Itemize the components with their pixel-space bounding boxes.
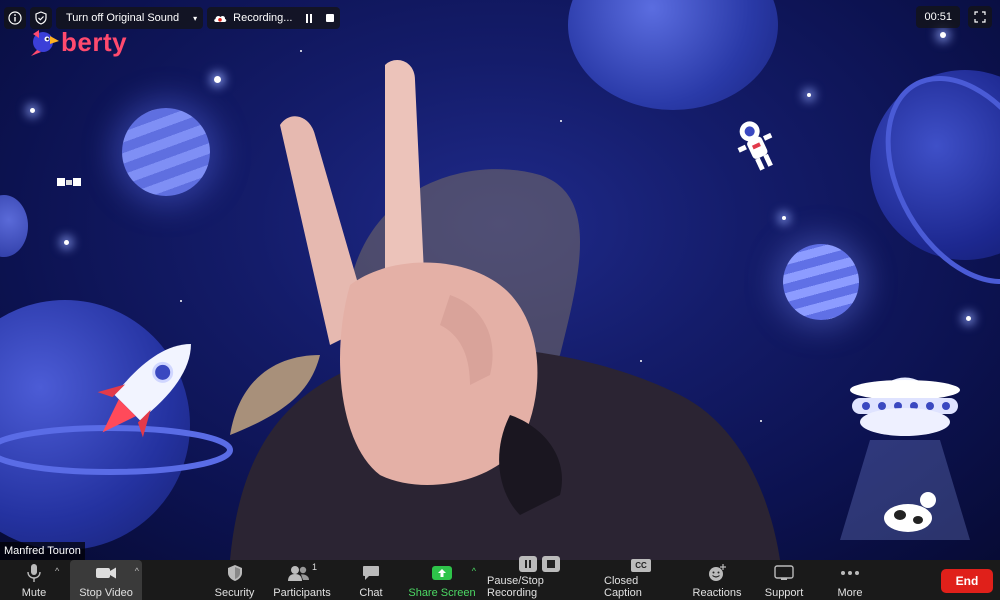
cc-badge: CC [631,559,651,572]
pause-stop-icons [519,556,560,572]
video-options-caret[interactable]: ^ [135,566,139,576]
participants-icon: 1 [287,562,317,584]
share-options-caret[interactable]: ^ [472,566,476,576]
closed-caption-button[interactable]: CC Closed Caption [604,559,678,600]
share-screen-button[interactable]: Share Screen ^ [408,560,476,600]
chevron-down-icon[interactable]: ▾ [193,14,197,23]
planet-left-striped [122,108,210,196]
pause-stop-recording-label: Pause/Stop Recording [487,575,544,599]
logo-text: berty [61,27,128,57]
support-screen-icon [774,562,794,584]
cloud-recording-icon [214,15,227,22]
participants-count: 1 [311,562,317,572]
berty-logo: berty [25,27,127,58]
ufo-illustration [840,377,970,540]
participants-button[interactable]: 1 Participants [272,560,332,600]
pause-stop-recording-button[interactable]: Pause/Stop Recording [487,556,592,600]
share-screen-icon [432,562,452,584]
participant-name-label: Manfred Touron [0,542,85,560]
berty-bird-icon [31,29,59,56]
chat-label: Chat [359,587,383,599]
smiley-plus-icon [707,562,727,584]
planet-left-edge [0,195,28,257]
audio-options-caret[interactable]: ^ [55,566,59,576]
info-icon[interactable] [4,7,26,29]
more-label: More [837,587,863,599]
star [64,240,69,245]
star [966,316,971,321]
more-dots-icon [840,562,860,584]
stop-icon [542,556,560,572]
video-feed: Turn off Original Sound ▾ Recording... 0… [0,0,1000,560]
planet-ring-right [885,76,1000,284]
planet-right-striped [783,244,859,320]
meeting-toolbar: Mute ^ Stop Video ^ Security 1 Participa… [0,556,1000,600]
more-button[interactable]: More [836,560,864,600]
stop-recording-icon[interactable] [326,14,335,22]
original-sound-toggle[interactable]: Turn off Original Sound ▾ [56,7,204,29]
star [180,300,182,302]
meeting-timer: 00:51 [916,6,960,28]
rocket-illustration [97,344,191,438]
mute-button[interactable]: Mute [14,560,54,600]
closed-caption-label: Closed Caption [604,575,642,599]
fullscreen-icon[interactable] [968,6,992,28]
star [300,50,302,52]
security-label: Security [214,587,255,599]
chat-bubble-icon [362,562,380,584]
pause-icon [519,556,537,572]
pause-recording-icon[interactable] [306,13,313,23]
shield-icon [227,562,243,584]
star [807,93,811,97]
participant-video [230,60,780,560]
recording-label: Recording... [233,12,293,24]
support-label: Support [764,587,804,599]
share-screen-label: Share Screen [408,587,476,599]
star [940,32,946,38]
microphone-icon [26,562,42,584]
reactions-label: Reactions [692,587,742,599]
star [30,108,35,113]
star [782,216,786,220]
mute-label: Mute [21,587,47,599]
satellite-illustration [57,178,81,186]
video-camera-icon [95,562,117,584]
recording-indicator: Recording... [207,7,341,29]
original-sound-label: Turn off Original Sound [66,12,180,24]
stop-video-button[interactable]: Stop Video ^ [70,560,142,600]
shield-check-icon[interactable] [30,7,52,29]
participants-label: Participants [273,587,331,599]
reactions-button[interactable]: Reactions [693,560,741,600]
end-meeting-button[interactable]: End [941,569,993,593]
closed-caption-icon: CC [631,559,651,572]
stop-video-label: Stop Video [79,587,133,599]
support-button[interactable]: Support [764,560,804,600]
chat-button[interactable]: Chat [354,560,388,600]
security-button[interactable]: Security [212,560,257,600]
